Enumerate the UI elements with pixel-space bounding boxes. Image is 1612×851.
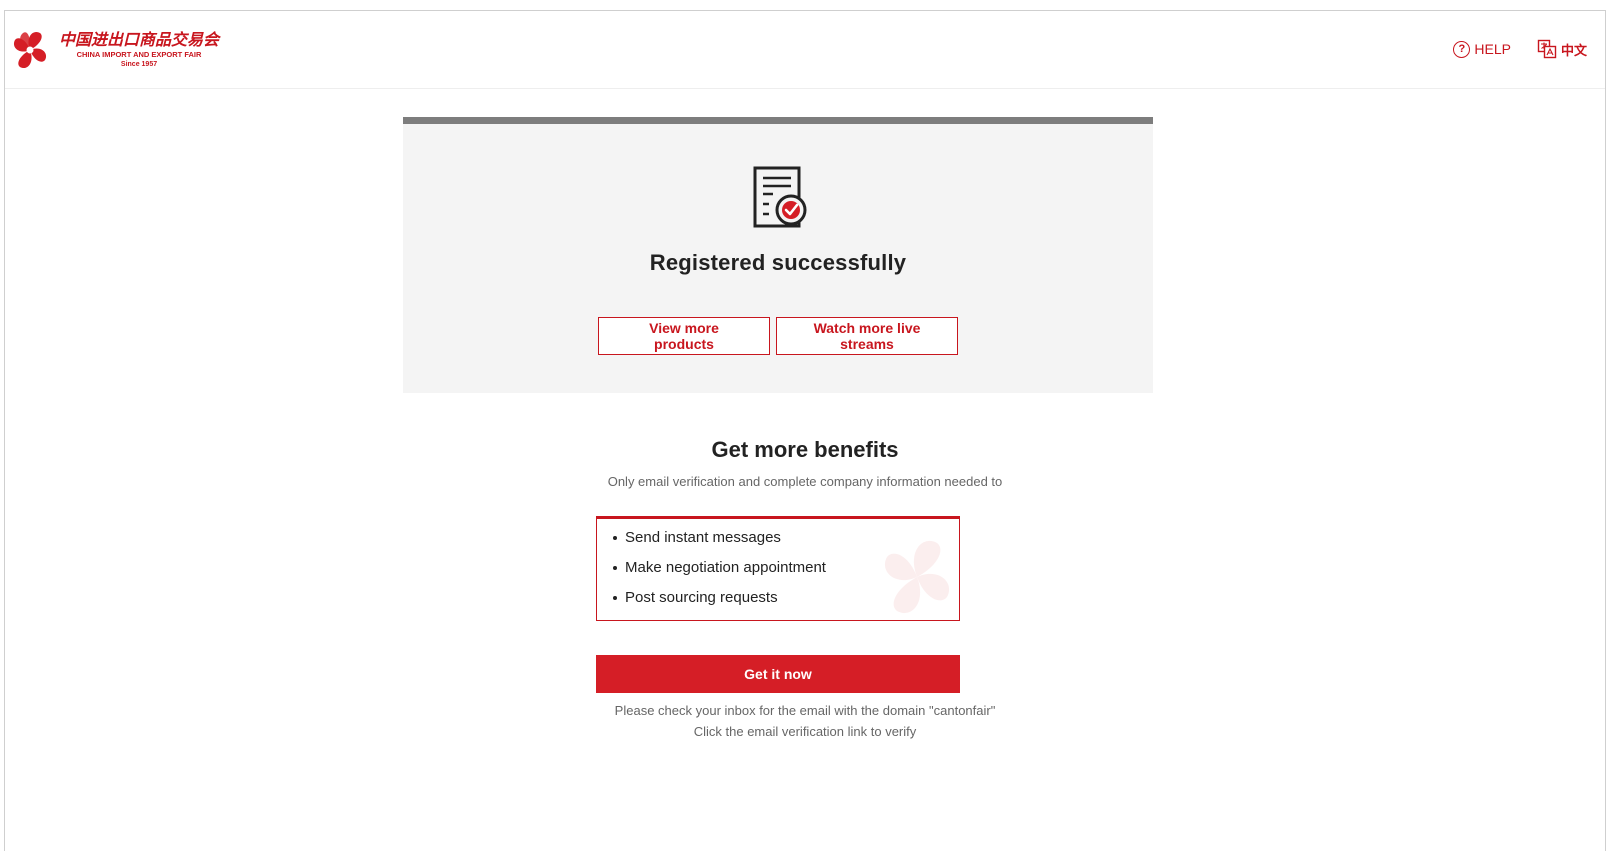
logo-text: 中国进出口商品交易会 CHINA IMPORT AND EXPORT FAIR … xyxy=(59,32,219,68)
help-link[interactable]: ? HELP xyxy=(1453,40,1511,58)
top-links: ? HELP 中文 xyxy=(1453,39,1587,59)
translate-icon xyxy=(1537,39,1557,59)
logo-chinese-name: 中国进出口商品交易会 xyxy=(59,30,220,50)
language-switch[interactable]: 中文 xyxy=(1537,39,1587,59)
bullet-icon xyxy=(613,596,617,600)
get-it-now-button[interactable]: Get it now xyxy=(596,655,960,693)
success-title: Registered successfully xyxy=(649,250,907,275)
logo-english-name: CHINA IMPORT AND EXPORT FAIR xyxy=(76,50,202,60)
canton-fair-flower-logo-icon xyxy=(13,31,47,69)
benefits-box: Send instant messages Make negotiation a… xyxy=(596,516,960,621)
success-card: Registered successfully View more produc… xyxy=(403,117,1153,393)
top-header: 中国进出口商品交易会 CHINA IMPORT AND EXPORT FAIR … xyxy=(5,11,1605,89)
help-label: HELP xyxy=(1474,41,1511,57)
language-label: 中文 xyxy=(1560,43,1587,59)
success-actions: View more products Watch more live strea… xyxy=(403,317,1153,355)
watch-live-streams-button[interactable]: Watch more live streams xyxy=(776,317,958,355)
benefit-label: Post sourcing requests xyxy=(625,589,778,606)
canton-fair-logo[interactable]: 中国进出口商品交易会 CHINA IMPORT AND EXPORT FAIR … xyxy=(7,25,219,75)
bullet-icon xyxy=(613,536,617,540)
benefits-title: Get more benefits xyxy=(711,437,899,462)
document-check-icon xyxy=(753,166,807,228)
benefit-label: Send instant messages xyxy=(625,529,781,546)
verification-note-line1: Please check your inbox for the email wi… xyxy=(614,703,996,718)
logo-since: Since 1957 xyxy=(120,60,158,68)
question-circle-icon: ? xyxy=(1453,40,1471,58)
view-more-products-button[interactable]: View more products xyxy=(598,317,770,355)
bullet-icon xyxy=(613,566,617,570)
verification-note-line2: Click the email verification link to ver… xyxy=(693,724,917,739)
flower-watermark-icon xyxy=(884,540,950,614)
page-frame: 中国进出口商品交易会 CHINA IMPORT AND EXPORT FAIR … xyxy=(4,10,1606,851)
benefits-subtitle: Only email verification and complete com… xyxy=(607,474,1003,489)
benefit-label: Make negotiation appointment xyxy=(625,559,826,576)
